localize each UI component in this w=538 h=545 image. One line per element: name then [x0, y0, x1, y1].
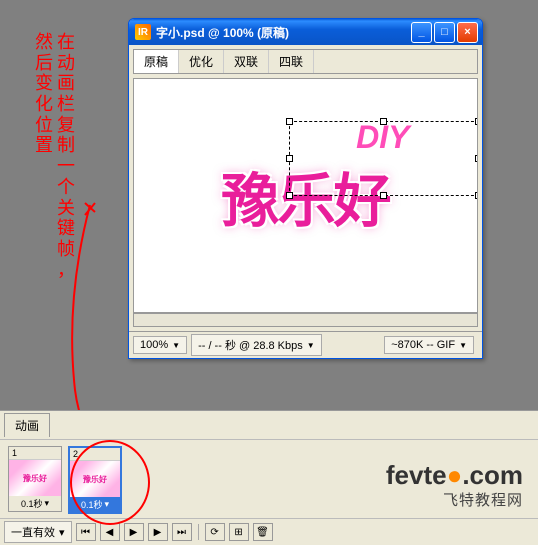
- annotation-col-2: 在动画栏复制一个关键帧，: [57, 32, 75, 280]
- frame-thumbnail: 豫乐好: [70, 461, 120, 497]
- status-bar: 100% ▼ -- / -- 秒 @ 28.8 Kbps ▼ ~870K -- …: [129, 331, 482, 358]
- titlebar[interactable]: IR 字小.psd @ 100% (原稿) _ □ ×: [129, 19, 482, 45]
- doc-tab-original[interactable]: 原稿: [134, 50, 179, 73]
- resize-handle-bm[interactable]: [380, 192, 387, 199]
- doc-tab-optimize[interactable]: 优化: [179, 50, 224, 73]
- resize-handle-bl[interactable]: [286, 192, 293, 199]
- frame-1[interactable]: 1 豫乐好 0.1秒▾: [8, 446, 62, 512]
- close-button[interactable]: ×: [457, 22, 478, 43]
- first-frame-button[interactable]: ⏮: [76, 523, 96, 541]
- watermark: fevte●.com 飞特教程网: [386, 460, 523, 510]
- minimize-button[interactable]: _: [411, 22, 432, 43]
- animation-controls: 一直有效 ▾ ⏮ ◀ ▶ ▶ ⏭ ⟳ ⊞ 🗑: [0, 518, 538, 545]
- document-window: IR 字小.psd @ 100% (原稿) _ □ × 原稿 优化 双联 四联 …: [128, 18, 483, 359]
- chevron-down-icon: ▼: [459, 341, 467, 350]
- frame-thumbnail: 豫乐好: [9, 460, 61, 496]
- watermark-url: fevte●.com: [386, 460, 523, 491]
- chevron-down-icon: ▾: [104, 499, 109, 510]
- frame-number: 1: [9, 447, 61, 460]
- resize-handle-tm[interactable]: [380, 118, 387, 125]
- resize-handle-br[interactable]: [475, 192, 478, 199]
- watermark-subtitle: 飞特教程网: [386, 489, 523, 510]
- selection-marquee[interactable]: [289, 121, 478, 196]
- app-icon: IR: [135, 24, 151, 40]
- doc-tabs-container: 原稿 优化 双联 四联: [129, 45, 482, 78]
- next-frame-button[interactable]: ▶: [148, 523, 168, 541]
- last-frame-button[interactable]: ⏭: [172, 523, 192, 541]
- zoom-value: 100%: [140, 339, 168, 351]
- frame-2[interactable]: 2 豫乐好 0.1秒▾: [68, 446, 122, 514]
- annotation-col-1: 然后变化位置: [35, 32, 53, 280]
- play-button[interactable]: ▶: [124, 523, 144, 541]
- chevron-down-icon: ▾: [59, 526, 65, 539]
- chevron-down-icon: ▼: [307, 341, 315, 350]
- resize-handle-ml[interactable]: [286, 155, 293, 162]
- resize-handle-tl[interactable]: [286, 118, 293, 125]
- h-scrollbar[interactable]: [133, 313, 478, 327]
- delete-frame-button[interactable]: 🗑: [253, 523, 273, 541]
- resize-handle-mr[interactable]: [475, 155, 478, 162]
- timing-dropdown[interactable]: -- / -- 秒 @ 28.8 Kbps ▼: [191, 334, 322, 356]
- prev-frame-button[interactable]: ◀: [100, 523, 120, 541]
- filesize-dropdown[interactable]: ~870K -- GIF ▼: [384, 336, 474, 354]
- tween-button[interactable]: ⟳: [205, 523, 225, 541]
- chevron-down-icon: ▼: [172, 341, 180, 350]
- animation-header: 动画: [0, 411, 538, 440]
- timing-value: -- / -- 秒 @ 28.8 Kbps: [198, 337, 303, 353]
- frame-delay-dropdown[interactable]: 0.1秒▾: [9, 496, 61, 511]
- animation-tab[interactable]: 动画: [4, 413, 50, 437]
- loop-dropdown[interactable]: 一直有效 ▾: [4, 521, 72, 543]
- tab-spacer: [314, 50, 477, 73]
- frame-number: 2: [70, 448, 120, 461]
- filesize-value: ~870K -- GIF: [391, 339, 455, 351]
- resize-handle-tr[interactable]: [475, 118, 478, 125]
- window-title: 字小.psd @ 100% (原稿): [156, 24, 411, 41]
- separator: [198, 524, 199, 540]
- new-frame-button[interactable]: ⊞: [229, 523, 249, 541]
- doc-tab-4up[interactable]: 四联: [269, 50, 314, 73]
- canvas[interactable]: DIY 豫乐好: [133, 78, 478, 313]
- frame-delay-dropdown[interactable]: 0.1秒▾: [70, 497, 120, 512]
- maximize-button[interactable]: □: [434, 22, 455, 43]
- doc-tab-2up[interactable]: 双联: [224, 50, 269, 73]
- annotation-text: 然后变化位置 在动画栏复制一个关键帧，: [35, 32, 75, 280]
- chevron-down-icon: ▾: [44, 498, 49, 509]
- zoom-dropdown[interactable]: 100% ▼: [133, 336, 187, 354]
